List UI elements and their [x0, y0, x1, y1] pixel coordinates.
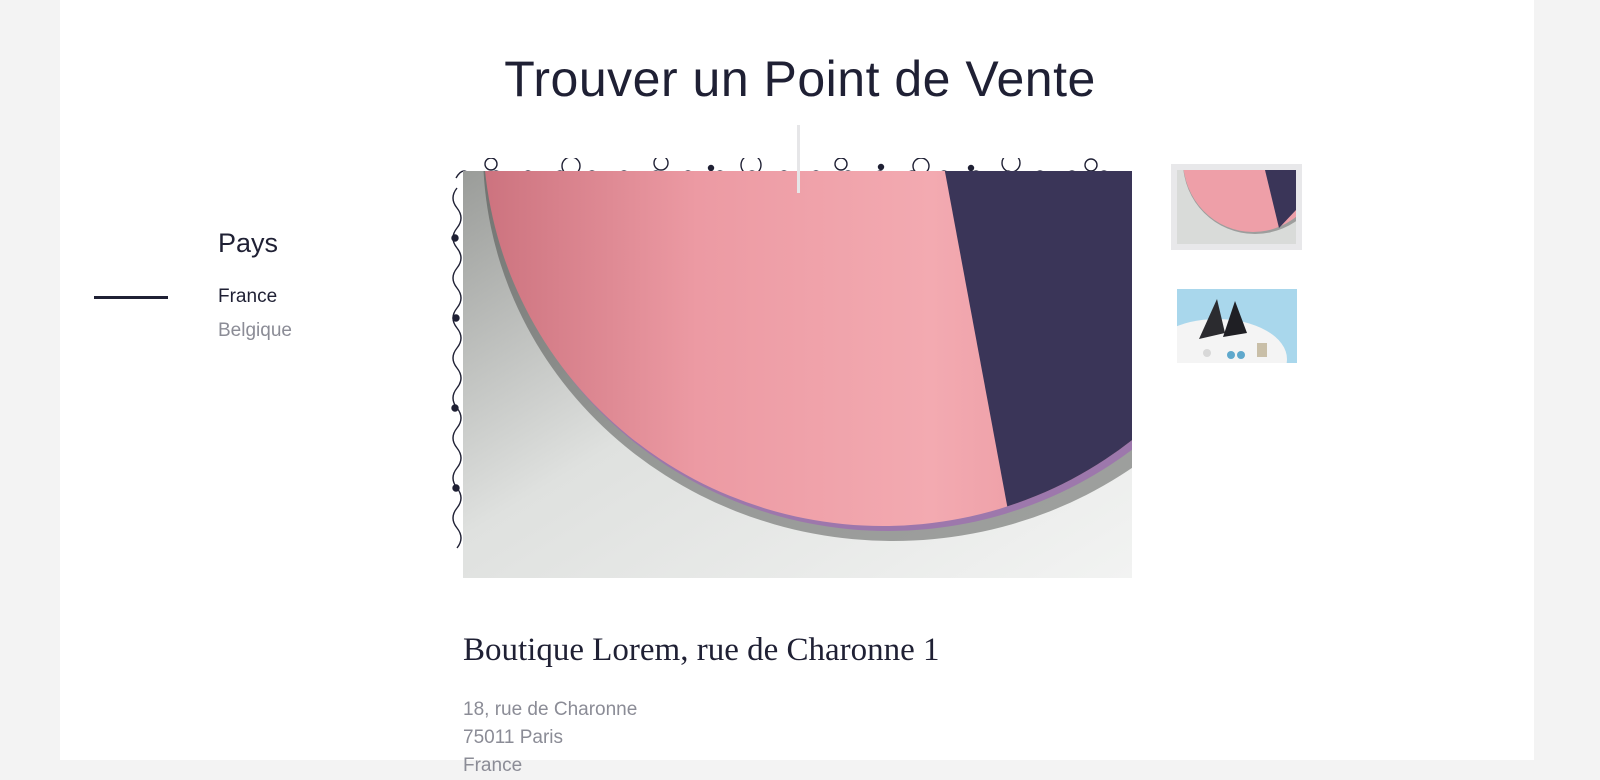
- store-address: 18, rue de Charonne 75011 Paris France: [463, 696, 637, 780]
- pink-circle-thumbnail: [1177, 170, 1296, 244]
- country-item-france[interactable]: France: [218, 286, 277, 308]
- thumbnail-1[interactable]: [1171, 164, 1302, 250]
- store-name: Boutique Lorem, rue de Charonne 1: [463, 632, 940, 668]
- page-title: Trouver un Point de Vente: [504, 51, 1096, 107]
- address-street: 18, rue de Charonne: [463, 699, 638, 720]
- product-main-image: [463, 171, 1132, 578]
- address-city: 75011 Paris: [463, 727, 563, 748]
- country-item-belgique[interactable]: Belgique: [218, 320, 292, 342]
- country-heading: Pays: [218, 228, 279, 258]
- geometric-objects-thumbnail[interactable]: [1177, 289, 1297, 363]
- title-divider: [797, 125, 800, 193]
- active-indicator-line: [94, 296, 168, 299]
- address-country: France: [463, 755, 523, 776]
